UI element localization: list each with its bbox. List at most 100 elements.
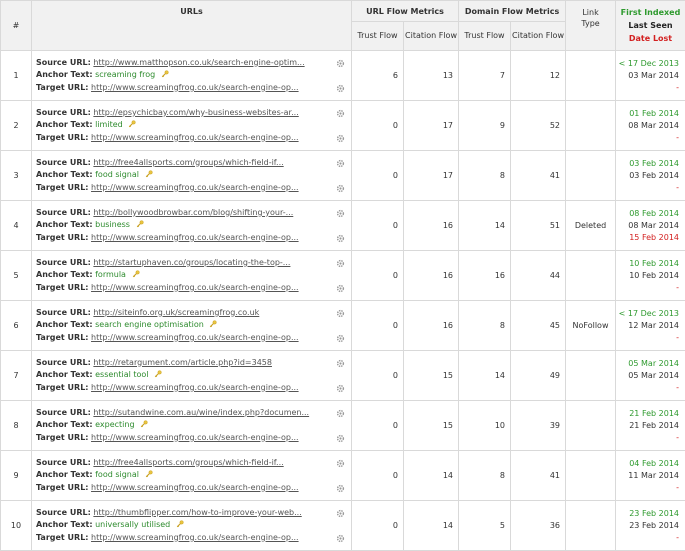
url-trust-flow: 0 bbox=[352, 351, 404, 401]
row-number: 4 bbox=[1, 201, 32, 251]
last-seen-date: 08 Mar 2014 bbox=[616, 220, 679, 232]
gear-icon[interactable] bbox=[336, 359, 345, 368]
target-url-link[interactable]: http://www.screamingfrog.co.uk/search-en… bbox=[91, 283, 299, 292]
domain-citation-flow: 51 bbox=[511, 201, 566, 251]
gear-icon[interactable] bbox=[336, 509, 345, 518]
anchor-text-label: Anchor Text: bbox=[36, 120, 93, 129]
target-url-label: Target URL: bbox=[36, 133, 88, 142]
source-url-link[interactable]: http://siteinfo.org.uk/screamingfrog.co.… bbox=[93, 308, 259, 317]
source-url-line: Source URL: http://sutandwine.com.au/win… bbox=[36, 407, 351, 420]
url-trust-flow: 0 bbox=[352, 501, 404, 551]
gear-icon[interactable] bbox=[336, 134, 345, 143]
domain-trust-flow: 10 bbox=[459, 401, 511, 451]
target-url-link[interactable]: http://www.screamingfrog.co.uk/search-en… bbox=[91, 133, 299, 142]
source-url-link[interactable]: http://epsychicbay.com/why-business-webs… bbox=[93, 108, 298, 117]
gear-icon[interactable] bbox=[336, 534, 345, 543]
col-header-domain-citation-flow[interactable]: Citation Flow bbox=[511, 22, 566, 51]
source-url-link[interactable]: http://free4allsports.com/groups/which-f… bbox=[93, 158, 283, 167]
link-type bbox=[566, 251, 616, 301]
col-header-first-indexed[interactable]: First Indexed bbox=[616, 6, 685, 19]
row-number: 6 bbox=[1, 301, 32, 351]
anchor-text-value: formula bbox=[95, 270, 126, 279]
key-icon[interactable] bbox=[132, 270, 140, 278]
target-url-link[interactable]: http://www.screamingfrog.co.uk/search-en… bbox=[91, 483, 299, 492]
col-header-urls[interactable]: URLs bbox=[32, 1, 352, 51]
target-url-label: Target URL: bbox=[36, 483, 88, 492]
anchor-text-label: Anchor Text: bbox=[36, 420, 93, 429]
table-row: 1 Source URL: http://www.matthopson.co.u… bbox=[1, 51, 685, 101]
anchor-text-value: food signal bbox=[95, 470, 139, 479]
gear-icon[interactable] bbox=[336, 109, 345, 118]
dates-cell: 08 Feb 2014 08 Mar 2014 15 Feb 2014 bbox=[616, 201, 685, 251]
key-icon[interactable] bbox=[161, 70, 169, 78]
key-icon[interactable] bbox=[145, 170, 153, 178]
target-url-link[interactable]: http://www.screamingfrog.co.uk/search-en… bbox=[91, 183, 299, 192]
source-url-label: Source URL: bbox=[36, 358, 91, 367]
date-lost: - bbox=[616, 182, 679, 194]
key-icon[interactable] bbox=[176, 520, 184, 528]
key-icon[interactable] bbox=[128, 120, 136, 128]
gear-icon[interactable] bbox=[336, 334, 345, 343]
anchor-text-line: Anchor Text: formula bbox=[36, 269, 351, 282]
url-trust-flow: 0 bbox=[352, 401, 404, 451]
target-url-link[interactable]: http://www.screamingfrog.co.uk/search-en… bbox=[91, 333, 299, 342]
key-icon[interactable] bbox=[209, 320, 217, 328]
col-header-trust-flow[interactable]: Trust Flow bbox=[352, 22, 404, 51]
source-url-link[interactable]: http://retargument.com/article.php?id=34… bbox=[93, 358, 272, 367]
gear-icon[interactable] bbox=[336, 259, 345, 268]
first-indexed-date: 01 Feb 2014 bbox=[616, 108, 679, 120]
gear-icon[interactable] bbox=[336, 84, 345, 93]
first-indexed-date: 05 Mar 2014 bbox=[616, 358, 679, 370]
col-header-last-seen[interactable]: Last Seen bbox=[616, 19, 685, 32]
col-header-domain-trust-flow[interactable]: Trust Flow bbox=[459, 22, 511, 51]
source-url-label: Source URL: bbox=[36, 458, 91, 467]
source-url-link[interactable]: http://startuphaven.co/groups/locating-t… bbox=[93, 258, 290, 267]
target-url-link[interactable]: http://www.screamingfrog.co.uk/search-en… bbox=[91, 83, 299, 92]
col-header-domain-flow-metrics: Domain Flow Metrics bbox=[459, 1, 566, 22]
source-url-link[interactable]: http://free4allsports.com/groups/which-f… bbox=[93, 458, 283, 467]
key-icon[interactable] bbox=[145, 470, 153, 478]
source-url-link[interactable]: http://bollywoodbrowbar.com/blog/shiftin… bbox=[93, 208, 293, 217]
target-url-link[interactable]: http://www.screamingfrog.co.uk/search-en… bbox=[91, 433, 299, 442]
table-row: 6 Source URL: http://siteinfo.org.uk/scr… bbox=[1, 301, 685, 351]
key-icon[interactable] bbox=[136, 220, 144, 228]
key-icon[interactable] bbox=[154, 370, 162, 378]
date-lost: - bbox=[616, 482, 679, 494]
anchor-text-value: essential tool bbox=[95, 370, 148, 379]
col-header-citation-flow[interactable]: Citation Flow bbox=[404, 22, 459, 51]
anchor-text-value: search engine optimisation bbox=[95, 320, 204, 329]
url-citation-flow: 17 bbox=[404, 101, 459, 151]
target-url-link[interactable]: http://www.screamingfrog.co.uk/search-en… bbox=[91, 383, 299, 392]
gear-icon[interactable] bbox=[336, 159, 345, 168]
gear-icon[interactable] bbox=[336, 234, 345, 243]
target-url-link[interactable]: http://www.screamingfrog.co.uk/search-en… bbox=[91, 533, 299, 542]
source-url-link[interactable]: http://sutandwine.com.au/wine/index.php?… bbox=[93, 408, 309, 417]
source-url-link[interactable]: http://www.matthopson.co.uk/search-engin… bbox=[93, 58, 304, 67]
gear-icon[interactable] bbox=[336, 384, 345, 393]
gear-icon[interactable] bbox=[336, 284, 345, 293]
key-icon[interactable] bbox=[140, 420, 148, 428]
dates-cell: 03 Feb 2014 03 Feb 2014 - bbox=[616, 151, 685, 201]
anchor-text-label: Anchor Text: bbox=[36, 320, 93, 329]
anchor-text-line: Anchor Text: essential tool bbox=[36, 369, 351, 382]
gear-icon[interactable] bbox=[336, 184, 345, 193]
source-url-label: Source URL: bbox=[36, 258, 91, 267]
col-header-url-flow-metrics: URL Flow Metrics bbox=[352, 1, 459, 22]
col-header-link-type[interactable]: Link Type bbox=[566, 1, 616, 51]
anchor-text-label: Anchor Text: bbox=[36, 370, 93, 379]
gear-icon[interactable] bbox=[336, 59, 345, 68]
gear-icon[interactable] bbox=[336, 209, 345, 218]
target-url-line: Target URL: http://www.screamingfrog.co.… bbox=[36, 282, 351, 295]
date-lost: - bbox=[616, 382, 679, 394]
url-citation-flow: 16 bbox=[404, 201, 459, 251]
url-citation-flow: 13 bbox=[404, 51, 459, 101]
col-header-date-lost[interactable]: Date Lost bbox=[616, 32, 685, 45]
gear-icon[interactable] bbox=[336, 434, 345, 443]
gear-icon[interactable] bbox=[336, 459, 345, 468]
gear-icon[interactable] bbox=[336, 409, 345, 418]
target-url-link[interactable]: http://www.screamingfrog.co.uk/search-en… bbox=[91, 233, 299, 242]
source-url-link[interactable]: http://thumbflipper.com/how-to-improve-y… bbox=[93, 508, 301, 517]
url-citation-flow: 16 bbox=[404, 251, 459, 301]
gear-icon[interactable] bbox=[336, 484, 345, 493]
gear-icon[interactable] bbox=[336, 309, 345, 318]
